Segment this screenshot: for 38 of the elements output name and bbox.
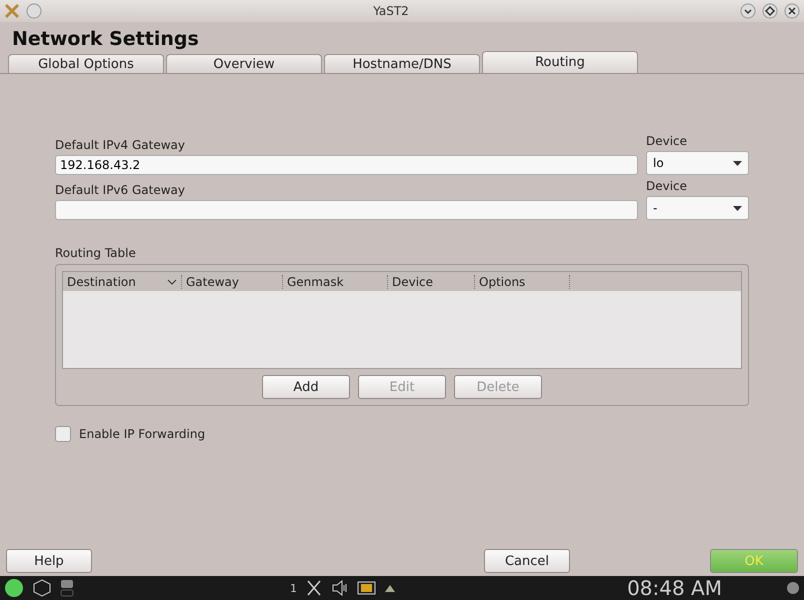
device-dropdown[interactable]: lo	[646, 151, 749, 175]
column-header[interactable]: Options	[475, 274, 570, 288]
cube-icon[interactable]	[32, 578, 52, 598]
gateway-field[interactable]	[55, 200, 638, 220]
battery-icon[interactable]	[357, 581, 377, 595]
minimize-icon[interactable]	[740, 3, 756, 19]
arrow-up-icon[interactable]	[385, 584, 395, 592]
cancel-button[interactable]: Cancel	[484, 549, 570, 573]
speaker-icon[interactable]	[331, 580, 349, 596]
caret-icon	[733, 206, 742, 210]
caret-icon	[733, 160, 742, 166]
field-label: Default IPv6 Gateway	[55, 183, 186, 197]
start-icon[interactable]	[4, 578, 24, 598]
table-button[interactable]: Add	[262, 375, 350, 399]
tab[interactable]: Routing	[482, 51, 638, 73]
tab[interactable]: Hostname/DNS	[324, 54, 480, 73]
field-label: Device	[646, 134, 688, 148]
column-header[interactable]: Destination	[63, 274, 182, 288]
tab[interactable]: Global Options	[8, 54, 164, 73]
checkbox-label: Enable IP Forwarding	[79, 427, 206, 441]
page-heading: Network Settings	[12, 28, 200, 50]
column-header[interactable]: Genmask	[283, 274, 388, 288]
maximize-icon[interactable]	[762, 3, 778, 19]
desktop-number[interactable]: 1	[290, 582, 297, 594]
device-dropdown[interactable]: -	[646, 196, 749, 220]
column-header[interactable]: Device	[388, 274, 475, 288]
column-header[interactable]: Gateway	[182, 274, 283, 288]
window-title: YaST2	[372, 4, 410, 18]
clock: 08:48 AM	[627, 576, 722, 600]
help-button[interactable]: Help	[6, 549, 92, 573]
field-label: Default IPv4 Gateway	[55, 138, 186, 152]
gateway-field[interactable]: 192.168.43.2	[55, 155, 638, 175]
field-label: Device	[646, 179, 688, 193]
close-icon[interactable]	[784, 3, 800, 19]
window-icon[interactable]	[60, 579, 74, 597]
checkbox[interactable]	[55, 426, 71, 442]
section-label: Routing Table	[55, 246, 137, 260]
tab[interactable]: Overview	[166, 54, 322, 73]
